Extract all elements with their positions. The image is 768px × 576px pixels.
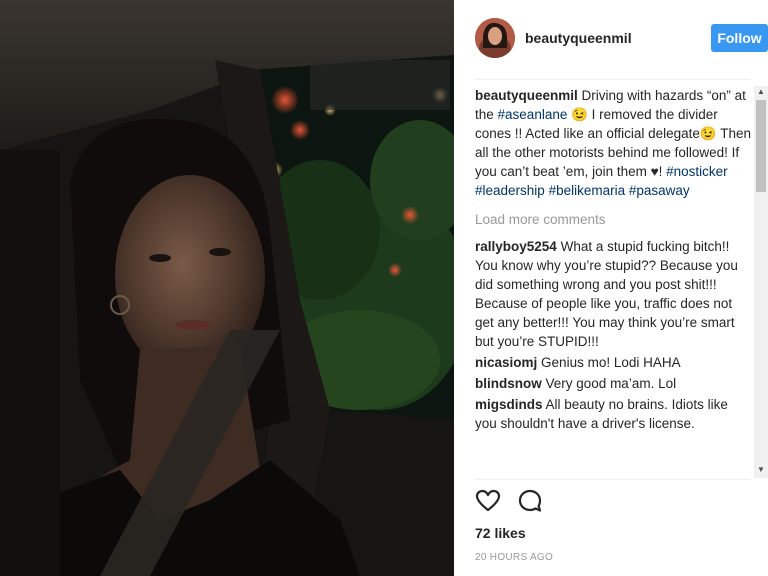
follow-button[interactable]: Follow bbox=[711, 24, 768, 52]
header-divider bbox=[475, 79, 751, 80]
comment-username[interactable]: rallyboy5254 bbox=[475, 239, 557, 254]
comment-username[interactable]: migsdinds bbox=[475, 397, 543, 412]
comment-text: What a stupid fucking bitch!! You know w… bbox=[475, 239, 738, 349]
comment-item: rallyboy5254 What a stupid fucking bitch… bbox=[475, 237, 753, 351]
comment-item: blindsnow Very good ma’am. Lol bbox=[475, 374, 753, 393]
scroll-up-arrow-icon[interactable]: ▲ bbox=[754, 86, 768, 98]
heart-icon[interactable] bbox=[475, 488, 501, 514]
comment-item: nicasiomj Genius mo! Lodi HAHA bbox=[475, 353, 753, 372]
header-username[interactable]: beautyqueenmil bbox=[525, 30, 632, 46]
hashtag-pasaway[interactable]: #pasaway bbox=[629, 183, 690, 198]
avatar-image bbox=[475, 18, 515, 58]
post-header: beautyqueenmil Follow bbox=[475, 18, 768, 62]
load-more-comments-link[interactable]: Load more comments bbox=[475, 210, 753, 229]
comments-scrollbar[interactable]: ▲ ▼ bbox=[754, 86, 768, 478]
instagram-post-window: beautyqueenmil Follow beautyqueenmil Dri… bbox=[0, 0, 768, 576]
comment-text: Very good ma’am. Lol bbox=[545, 376, 677, 391]
post-details-panel: beautyqueenmil Follow beautyqueenmil Dri… bbox=[454, 0, 768, 576]
scroll-down-arrow-icon[interactable]: ▼ bbox=[754, 464, 768, 476]
post-photo bbox=[0, 0, 454, 576]
post-actions bbox=[475, 488, 555, 516]
comments-list: beautyqueenmil Driving with hazards “on”… bbox=[475, 86, 753, 472]
actions-divider bbox=[475, 479, 751, 480]
user-avatar[interactable] bbox=[475, 18, 515, 58]
selfie-photo-illustration bbox=[0, 0, 454, 576]
like-count[interactable]: 72 likes bbox=[475, 525, 526, 541]
hashtag-aseanlane[interactable]: #aseanlane bbox=[498, 107, 568, 122]
hashtag-belikemaria[interactable]: #belikemaria bbox=[549, 183, 626, 198]
comment-username[interactable]: blindsnow bbox=[475, 376, 542, 391]
scrollbar-thumb[interactable] bbox=[756, 100, 766, 192]
caption-username[interactable]: beautyqueenmil bbox=[475, 88, 578, 103]
hashtag-nosticker[interactable]: #nosticker bbox=[666, 164, 728, 179]
comment-bubble-icon[interactable] bbox=[517, 488, 543, 514]
hashtag-leadership[interactable]: #leadership bbox=[475, 183, 545, 198]
comment-username[interactable]: nicasiomj bbox=[475, 355, 537, 370]
post-timestamp: 20 HOURS AGO bbox=[475, 552, 554, 563]
comment-text: Genius mo! Lodi HAHA bbox=[541, 355, 681, 370]
caption: beautyqueenmil Driving with hazards “on”… bbox=[475, 86, 753, 200]
comment-item: migsdinds All beauty no brains. Idiots l… bbox=[475, 395, 753, 433]
